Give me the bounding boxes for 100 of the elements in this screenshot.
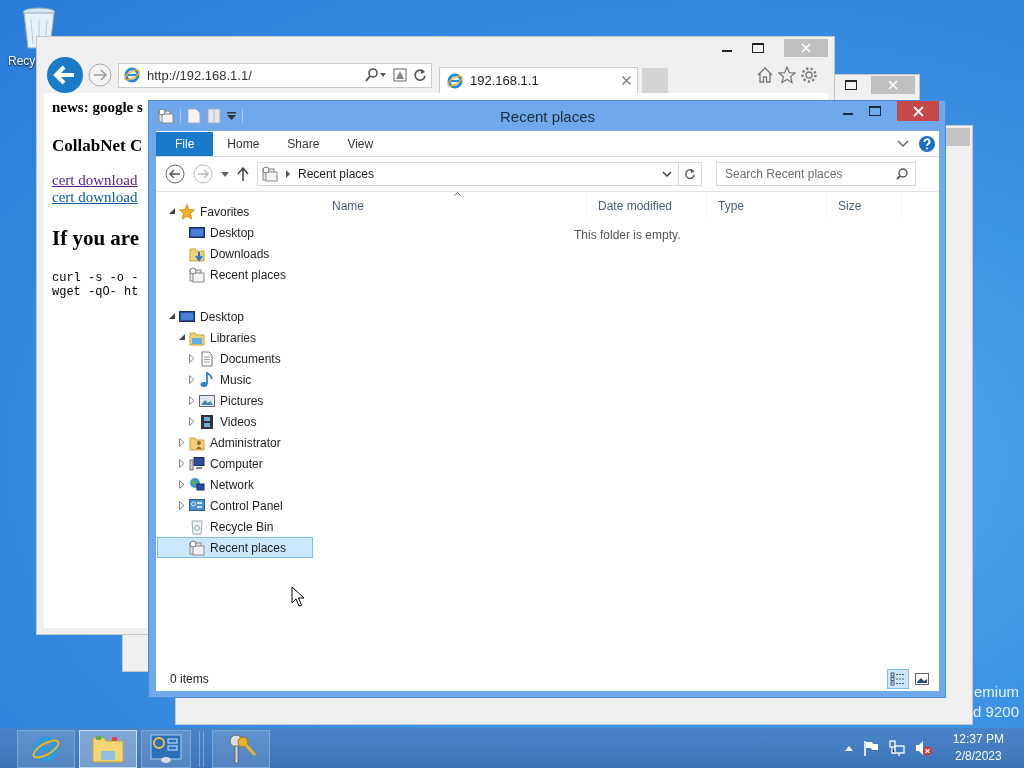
- collapsed-arrow-icon[interactable]: [179, 501, 185, 510]
- tree-item[interactable]: Recycle Bin: [157, 516, 313, 537]
- tree-item-label: Recent places: [210, 540, 287, 555]
- home-icon[interactable]: [756, 66, 774, 84]
- flag-icon[interactable]: [862, 740, 879, 756]
- maximize-icon[interactable]: [869, 106, 881, 116]
- network-icon: [189, 476, 205, 493]
- tree-item-label: Favorites: [200, 204, 250, 219]
- collapsed-arrow-icon[interactable]: [189, 354, 195, 363]
- help-icon[interactable]: [919, 136, 935, 152]
- tree-item[interactable]: Libraries: [157, 327, 313, 348]
- expanded-arrow-icon[interactable]: [168, 313, 176, 320]
- refresh-icon[interactable]: [413, 68, 427, 82]
- desktop-icon-label[interactable]: Recy: [8, 54, 36, 68]
- collapsed-arrow-icon[interactable]: [179, 438, 185, 447]
- recent-places-icon: [189, 266, 205, 283]
- tree-item[interactable]: Control Panel: [157, 495, 313, 516]
- breadcrumb-arrow-icon[interactable]: [285, 170, 291, 178]
- expand-ribbon-icon[interactable]: [897, 140, 909, 148]
- ribbon-tab[interactable]: Home: [213, 132, 274, 156]
- search-icon[interactable]: [896, 168, 908, 180]
- download-link[interactable]: cert download: [52, 189, 138, 206]
- tree-item[interactable]: Music: [157, 369, 313, 390]
- column-header[interactable]: Size: [827, 193, 902, 218]
- ribbon-tab[interactable]: File: [156, 132, 214, 156]
- tree-item[interactable]: Desktop: [157, 306, 313, 327]
- control-panel-icon: [189, 497, 205, 514]
- recent-places-icon: [262, 166, 278, 182]
- refresh-button[interactable]: [679, 162, 702, 186]
- address-bar[interactable]: http://192.168.1.1/: [118, 62, 432, 88]
- forward-button[interactable]: [88, 63, 112, 87]
- recent-places-icon[interactable]: [158, 108, 174, 124]
- collapsed-arrow-icon[interactable]: [179, 480, 185, 489]
- tree-item-label: Music: [220, 372, 252, 387]
- library-folder-icon: [189, 329, 205, 346]
- recent-places-icon: [189, 539, 205, 556]
- collapsed-arrow-icon[interactable]: [189, 375, 195, 384]
- search-field[interactable]: Search Recent places: [716, 162, 916, 186]
- page-subheading: CollabNet C: [52, 136, 143, 156]
- download-link[interactable]: cert download: [52, 172, 138, 189]
- monitor-icon: [189, 224, 205, 241]
- document-icon: [199, 350, 215, 367]
- tree-item[interactable]: Computer: [157, 453, 313, 474]
- close-button[interactable]: [897, 101, 939, 121]
- column-header[interactable]: Date modified: [587, 193, 707, 218]
- star-icon[interactable]: [778, 66, 796, 84]
- address-bar[interactable]: Recent places: [257, 162, 679, 186]
- ribbon-tab[interactable]: View: [333, 132, 388, 156]
- tree-item[interactable]: Downloads: [157, 243, 313, 264]
- back-button[interactable]: [46, 56, 84, 94]
- item-count: 0 items: [170, 672, 209, 686]
- music-note-icon: [199, 371, 215, 388]
- speaker-muted-icon[interactable]: [914, 740, 933, 756]
- landscape-thumbnail-icon: [915, 673, 929, 685]
- browser-logo-icon: [123, 66, 141, 84]
- monitor-icon: [179, 308, 195, 325]
- tree-item-label: Libraries: [210, 330, 257, 345]
- clock-date[interactable]: 2/8/2023: [954, 748, 1002, 765]
- customize-dropdown-icon[interactable]: [227, 112, 236, 120]
- tree-item[interactable]: Documents: [157, 348, 313, 369]
- tree-item[interactable]: Network: [157, 474, 313, 495]
- close-tab-icon[interactable]: [622, 76, 631, 85]
- dropdown-chevron-icon[interactable]: [662, 171, 672, 177]
- clock-time[interactable]: 12:37 PM: [952, 731, 1004, 748]
- taskbar-button[interactable]: [212, 730, 270, 768]
- up-arrow-icon[interactable]: [237, 167, 249, 181]
- search-icon[interactable]: [365, 68, 387, 82]
- tree-item-label: Control Panel: [210, 498, 283, 513]
- tree-item-label: Recent places: [210, 267, 287, 282]
- tree-item[interactable]: Favorites: [157, 201, 313, 222]
- tree-item[interactable]: Recent places: [157, 537, 313, 558]
- collapsed-arrow-icon[interactable]: [189, 396, 195, 405]
- compatibility-icon[interactable]: [393, 68, 407, 82]
- column-header[interactable]: Name: [321, 193, 587, 218]
- maximize-icon[interactable]: [845, 80, 857, 90]
- tree-item[interactable]: Desktop: [157, 222, 313, 243]
- picture-icon: [199, 392, 215, 409]
- column-header[interactable]: Type: [707, 193, 827, 218]
- collapsed-arrow-icon[interactable]: [189, 417, 195, 426]
- taskbar-button[interactable]: [141, 730, 191, 768]
- ribbon-tab[interactable]: Share: [273, 132, 334, 156]
- recent-locations-dropdown-icon[interactable]: [221, 171, 229, 177]
- settings-icon[interactable]: [800, 66, 818, 84]
- news-heading: news: google s: [52, 99, 143, 116]
- collapsed-arrow-icon[interactable]: [179, 459, 185, 468]
- edition-text: d 9200: [973, 703, 1019, 720]
- details-view-button[interactable]: [887, 669, 909, 689]
- expanded-arrow-icon[interactable]: [178, 334, 186, 341]
- tree-item[interactable]: Videos: [157, 411, 313, 432]
- show-hidden-icons-icon[interactable]: [844, 745, 853, 751]
- tree-item[interactable]: Pictures: [157, 390, 313, 411]
- maximize-icon[interactable]: [752, 42, 764, 53]
- network-icon[interactable]: [888, 740, 905, 756]
- close-icon: [801, 42, 811, 53]
- browser-tab[interactable]: 192.168.1.1: [439, 67, 638, 93]
- tree-item[interactable]: Recent places: [157, 264, 313, 285]
- back-button[interactable]: [165, 164, 185, 184]
- expanded-arrow-icon[interactable]: [168, 208, 176, 215]
- tree-item[interactable]: Administrator: [157, 432, 313, 453]
- page-heading: If you are: [52, 226, 140, 251]
